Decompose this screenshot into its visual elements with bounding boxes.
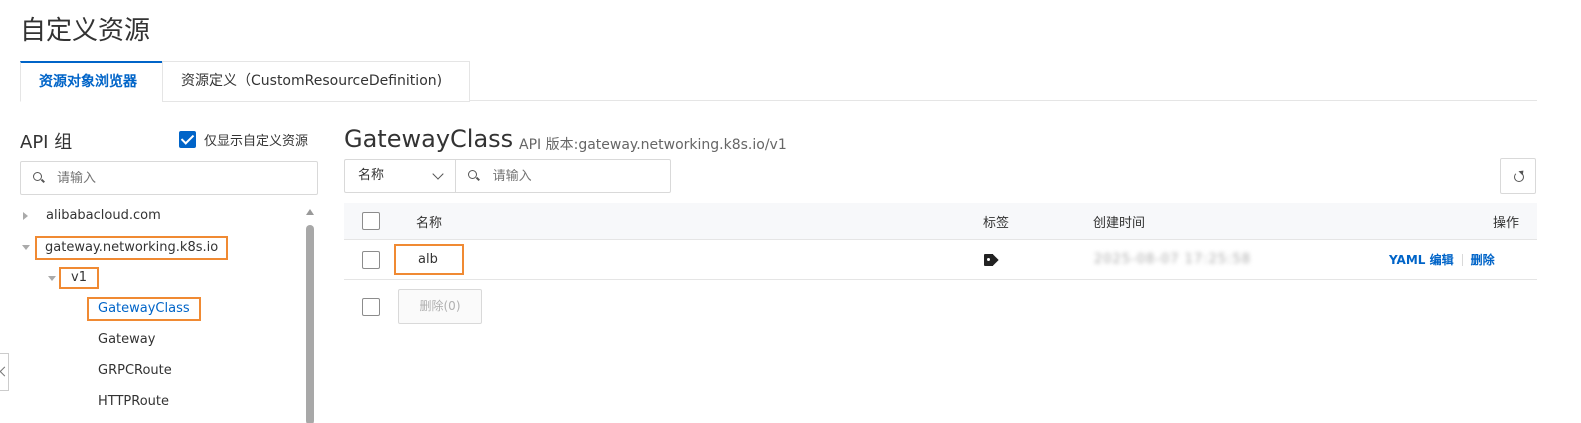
refresh-icon bbox=[1514, 172, 1524, 182]
tree-item-label: GatewayClass bbox=[87, 297, 201, 321]
filter-field-select[interactable]: 名称 bbox=[344, 159, 456, 193]
yaml-edit-link[interactable]: YAML 编辑 bbox=[1389, 251, 1454, 268]
resource-search[interactable] bbox=[455, 159, 671, 193]
only-custom-toggle[interactable]: 仅显示自定义资源 bbox=[179, 130, 309, 149]
tree-item-label: gateway.networking.k8s.io bbox=[35, 236, 229, 260]
table-row: alb 2025-08-07 17:25:58 YAML 编辑 删除 bbox=[344, 240, 1537, 280]
table-header: 名称 标签 创建时间 操作 bbox=[344, 203, 1537, 240]
checkbox-checked-icon[interactable] bbox=[179, 130, 196, 148]
caret-down-icon[interactable] bbox=[22, 245, 30, 250]
created-time: 2025-08-07 17:25:58 bbox=[1094, 252, 1252, 267]
action-divider bbox=[1461, 253, 1463, 266]
scroll-up-arrow-icon[interactable] bbox=[306, 209, 314, 215]
api-group-search-input[interactable] bbox=[57, 170, 257, 186]
search-icon bbox=[468, 170, 479, 182]
tree-item-label: alibabacloud.com bbox=[46, 208, 161, 223]
sidebar-collapse-handle[interactable] bbox=[0, 353, 9, 391]
page-title: 自定义资源 bbox=[20, 16, 151, 46]
column-created: 创建时间 bbox=[1093, 215, 1146, 231]
chevron-down-icon bbox=[432, 168, 444, 180]
select-all-checkbox[interactable] bbox=[362, 212, 380, 230]
tree-item-grpcroute[interactable]: GRPCRoute bbox=[98, 360, 172, 382]
row-checkbox[interactable] bbox=[362, 250, 380, 269]
bulk-delete-button[interactable]: 删除(0) bbox=[398, 289, 482, 324]
tree-item-httproute[interactable]: HTTPRoute bbox=[98, 391, 169, 413]
refresh-button[interactable] bbox=[1500, 158, 1536, 194]
tree-scrollbar[interactable] bbox=[304, 205, 316, 423]
resource-search-input[interactable] bbox=[492, 168, 670, 184]
tree-item-gateway-networking[interactable]: gateway.networking.k8s.io bbox=[20, 236, 310, 260]
tab-crd[interactable]: 资源定义（CustomResourceDefinition) bbox=[162, 61, 470, 102]
scroll-thumb[interactable] bbox=[306, 225, 314, 423]
api-version-text: API 版本:gateway.networking.k8s.io/v1 bbox=[519, 137, 787, 153]
tab-bar: 资源对象浏览器 资源定义（CustomResourceDefinition) bbox=[20, 61, 1537, 102]
tree-item-label: Gateway bbox=[98, 332, 156, 347]
tree-item-gateway[interactable]: Gateway bbox=[98, 329, 155, 351]
tag-icon[interactable] bbox=[984, 253, 998, 266]
column-name: 名称 bbox=[416, 215, 443, 231]
only-custom-label: 仅显示自定义资源 bbox=[204, 133, 309, 149]
column-actions: 操作 bbox=[1493, 215, 1520, 231]
tree-item-label: HTTPRoute bbox=[98, 394, 170, 409]
caret-down-icon[interactable] bbox=[48, 276, 56, 281]
api-group-search[interactable] bbox=[20, 161, 318, 195]
bulk-select-checkbox[interactable] bbox=[362, 298, 380, 316]
resource-title: GatewayClass bbox=[344, 125, 514, 153]
tab-resource-browser[interactable]: 资源对象浏览器 bbox=[20, 61, 163, 102]
filter-field-label: 名称 bbox=[358, 168, 385, 183]
row-name[interactable]: alb bbox=[394, 244, 464, 275]
delete-link[interactable]: 删除 bbox=[1471, 251, 1495, 268]
search-icon bbox=[33, 172, 45, 184]
tree-item-label: GRPCRoute bbox=[98, 363, 172, 378]
tree-item-label: v1 bbox=[59, 267, 99, 289]
column-labels: 标签 bbox=[983, 215, 1010, 231]
api-group-title: API 组 bbox=[20, 132, 73, 153]
caret-right-icon[interactable] bbox=[23, 212, 28, 220]
